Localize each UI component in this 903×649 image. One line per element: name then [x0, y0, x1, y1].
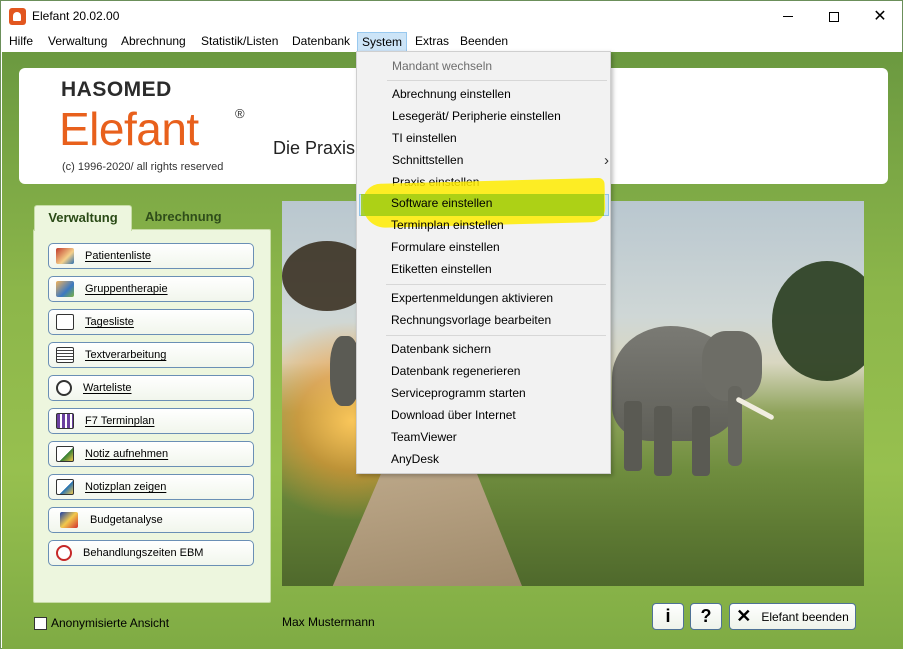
menu-item-abrechnung-einstellen[interactable]: Abrechnung einstellen — [392, 87, 511, 101]
anonymized-view-checkbox[interactable] — [34, 617, 47, 630]
nav-button-notiz-aufnehmen[interactable]: Notiz aufnehmen — [48, 441, 254, 467]
brand-name: HASOMED — [61, 78, 172, 101]
menu-extras[interactable]: Extras — [415, 34, 449, 48]
system-menu-dropdown: Mandant wechseln Abrechnung einstellen L… — [356, 51, 611, 474]
minimize-icon — [783, 16, 793, 17]
maximize-button[interactable] — [811, 1, 857, 32]
elephant-leg — [654, 406, 672, 476]
nav-button-terminplan[interactable]: F7 Terminplan — [48, 408, 254, 434]
nav-button-label: Patientenliste — [85, 250, 152, 262]
menu-item-ti-einstellen[interactable]: TI einstellen — [392, 131, 457, 145]
window-title: Elefant 20.02.00 — [32, 9, 120, 23]
group-icon — [56, 281, 74, 297]
menu-item-schnittstellen[interactable]: Schnittstellen › — [392, 152, 609, 169]
tree-silhouette — [772, 261, 864, 381]
app-window: Elefant 20.02.00 ✕ Hilfe Verwaltung Abre… — [0, 0, 903, 649]
submenu-arrow-icon: › — [604, 152, 609, 169]
menu-statistik-listen[interactable]: Statistik/Listen — [201, 34, 278, 48]
menu-datenbank[interactable]: Datenbank — [292, 34, 350, 48]
menu-bar: Hilfe Verwaltung Abrechnung Statistik/Li… — [1, 32, 902, 82]
nav-button-label: Budgetanalyse — [90, 514, 163, 526]
menu-separator — [387, 80, 607, 81]
menu-verwaltung[interactable]: Verwaltung — [48, 34, 107, 48]
nav-button-behandlungszeiten[interactable]: Behandlungszeiten EBM — [48, 540, 254, 566]
help-button[interactable]: ? — [690, 603, 722, 630]
note-plan-icon — [56, 479, 74, 495]
menu-system[interactable]: System — [357, 32, 408, 52]
menu-abrechnung[interactable]: Abrechnung — [121, 34, 186, 48]
maximize-icon — [829, 11, 839, 22]
info-icon: i — [665, 606, 671, 626]
menu-item-lesegeraet-einstellen[interactable]: Lesegerät/ Peripherie einstellen — [392, 109, 561, 123]
menu-hilfe[interactable]: Hilfe — [9, 34, 33, 48]
close-button[interactable]: ✕ — [857, 1, 903, 32]
nav-button-budgetanalyse[interactable]: Budgetanalyse — [48, 507, 254, 533]
calendar-day-icon — [56, 314, 74, 330]
close-icon: ✕ — [873, 7, 887, 25]
close-icon: ✕ — [736, 606, 752, 626]
current-user: Max Mustermann — [282, 615, 375, 629]
quit-elefant-button[interactable]: ✕ Elefant beenden — [729, 603, 856, 630]
nav-button-label: Warteliste — [83, 382, 132, 394]
info-button[interactable]: i — [652, 603, 684, 630]
budget-icon — [60, 512, 78, 528]
elephant-app-icon — [9, 8, 26, 25]
menu-item-mandant-wechseln: Mandant wechseln — [392, 59, 493, 73]
nav-button-label: Notiz aufnehmen — [85, 448, 169, 460]
nav-button-warteliste[interactable]: Warteliste — [48, 375, 254, 401]
software-item-selection — [361, 194, 604, 216]
nav-button-label: Gruppentherapie — [85, 283, 168, 295]
help-icon: ? — [700, 606, 712, 626]
quit-label: Elefant beenden — [761, 609, 849, 624]
nav-button-notizplan-zeigen[interactable]: Notizplan zeigen — [48, 474, 254, 500]
copyright-text: (c) 1996-2020/ all rights reserved — [62, 161, 224, 173]
nav-button-label: Behandlungszeiten EBM — [83, 547, 204, 559]
tagline: Die Praxis — [273, 138, 356, 158]
registered-mark: ® — [235, 106, 245, 121]
nav-button-gruppentherapie[interactable]: Gruppentherapie — [48, 276, 254, 302]
anonymized-view-label: Anonymisierte Ansicht — [51, 616, 170, 630]
patient-icon — [56, 248, 74, 264]
product-logo: Elefant — [59, 103, 199, 155]
nav-button-label: Textverarbeitung — [85, 349, 167, 361]
elephant-leg — [692, 406, 710, 476]
nav-button-label: Notizplan zeigen — [85, 481, 167, 493]
note-add-icon — [56, 446, 74, 462]
minimize-button[interactable] — [765, 1, 811, 32]
tab-verwaltung[interactable]: Verwaltung — [34, 205, 132, 231]
clock-icon — [56, 380, 72, 396]
title-bar: Elefant 20.02.00 ✕ — [1, 1, 902, 32]
elephant-leg — [624, 401, 642, 471]
menu-beenden[interactable]: Beenden — [460, 34, 508, 48]
document-icon — [56, 347, 74, 363]
tab-abrechnung[interactable]: Abrechnung — [135, 205, 232, 231]
nav-button-label: F7 Terminplan — [85, 415, 155, 427]
stopwatch-icon — [56, 545, 72, 561]
nav-button-textverarbeitung[interactable]: Textverarbeitung — [48, 342, 254, 368]
nav-button-tagesliste[interactable]: Tagesliste — [48, 309, 254, 335]
schedule-grid-icon — [56, 413, 74, 429]
nav-button-patientenliste[interactable]: Patientenliste — [48, 243, 254, 269]
menu-item-label: Schnittstellen — [392, 153, 464, 167]
nav-button-label: Tagesliste — [85, 316, 134, 328]
